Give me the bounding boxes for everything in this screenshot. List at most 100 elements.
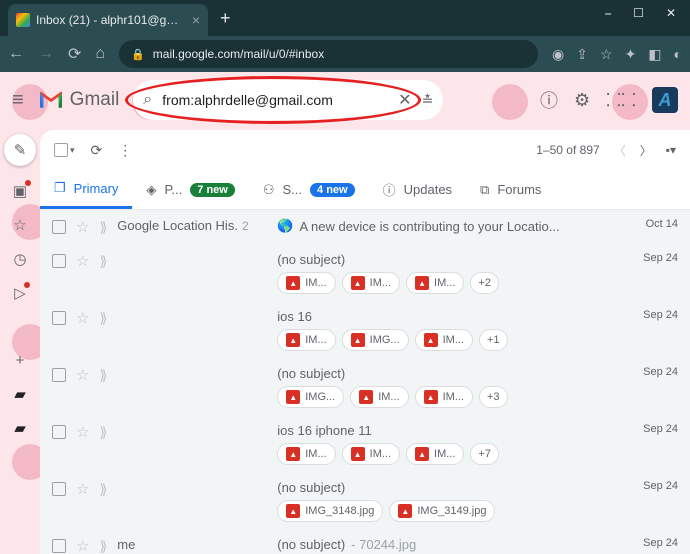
row-checkbox[interactable] xyxy=(52,311,66,325)
more-chip[interactable]: +3 xyxy=(479,386,508,408)
image-icon: ▲ xyxy=(351,333,365,347)
message-row[interactable]: ☆ ⟫ (no subject) ▲IMG...▲IM...▲IM...+3 S… xyxy=(40,358,690,415)
minimize-icon[interactable]: ⎯ xyxy=(605,6,611,21)
menu-icon[interactable]: ≡ xyxy=(12,89,24,112)
rail-inbox-icon[interactable]: ▣ xyxy=(13,182,27,200)
url-input[interactable]: 🔒 mail.google.com/mail/u/0/#inbox xyxy=(119,40,538,68)
more-chip[interactable]: +7 xyxy=(470,443,499,465)
density-icon[interactable]: ▪▾ xyxy=(666,143,676,157)
tab-title: Inbox (21) - alphr101@gmail.com xyxy=(36,13,186,27)
forward-icon[interactable]: → xyxy=(38,45,54,63)
account-logo[interactable]: A xyxy=(652,87,678,113)
attachment-chip[interactable]: ▲IM... xyxy=(415,386,473,408)
settings-icon[interactable]: ⚙ xyxy=(574,90,590,111)
important-icon[interactable]: ⟫ xyxy=(99,424,107,441)
message-row[interactable]: ☆ ⟫ ios 16 iphone 11 ▲IM... ▲IM... ▲IM... +… xyxy=(40,415,690,472)
rail-snoozed-icon[interactable]: ◷ xyxy=(13,250,26,268)
attachment-chip[interactable]: ▲IM... xyxy=(342,443,400,465)
tab-updates[interactable]: ⓘUpdates xyxy=(369,170,466,209)
attachment-chip[interactable]: ▲IM... xyxy=(415,329,473,351)
select-all-checkbox[interactable]: ▾ xyxy=(54,143,75,157)
home-icon[interactable]: ⌂ xyxy=(95,45,105,63)
gmail-logo[interactable]: Gmail xyxy=(38,89,120,111)
message-row[interactable]: ☆ ⟫ (no subject) ▲IMG_3148.jpg▲IMG_3149.… xyxy=(40,472,690,529)
attachment-chip[interactable]: ▲IM... xyxy=(406,443,464,465)
extensions-icon[interactable]: ✦ xyxy=(625,46,637,63)
apps-icon[interactable]: ⸬⸬ xyxy=(606,88,636,112)
important-icon[interactable]: ⟫ xyxy=(99,219,107,236)
rail-label2-icon[interactable]: ▰ xyxy=(14,419,26,437)
attachment-chip[interactable]: ▲IM... xyxy=(277,443,335,465)
row-checkbox[interactable] xyxy=(52,482,66,496)
row-checkbox[interactable] xyxy=(52,220,66,234)
bookmark-icon[interactable]: ☆ xyxy=(600,46,613,63)
tab-p[interactable]: ◈P...7 new xyxy=(132,170,248,209)
important-icon[interactable]: ⟫ xyxy=(99,253,107,270)
reload-icon[interactable]: ⟳ xyxy=(68,44,81,64)
tab-s[interactable]: ⚇S...4 new xyxy=(249,170,369,209)
window-close-icon[interactable]: ✕ xyxy=(666,6,676,21)
star-icon[interactable]: ☆ xyxy=(76,366,89,384)
sender-name: Google Location His.2 xyxy=(117,216,267,233)
rail-label-icon[interactable]: ▰ xyxy=(14,385,26,403)
row-checkbox[interactable] xyxy=(52,368,66,382)
message-row[interactable]: ☆ ⟫ (no subject) ▲IM...▲IM...▲IM...+2 Se… xyxy=(40,244,690,301)
star-icon[interactable]: ☆ xyxy=(76,423,89,441)
shield-icon[interactable]: ◧ xyxy=(648,46,661,63)
important-icon[interactable]: ⟫ xyxy=(99,481,107,498)
row-checkbox[interactable] xyxy=(52,539,66,553)
more-chip[interactable]: +1 xyxy=(479,329,508,351)
new-tab-button[interactable]: + xyxy=(208,8,243,29)
attachment-chip[interactable]: ▲IMG_3149.jpg xyxy=(389,500,495,522)
globe-icon: 🌎 xyxy=(277,218,293,234)
attachment-chip[interactable]: ▲IM... xyxy=(277,329,335,351)
search-input[interactable] xyxy=(162,92,388,108)
star-icon[interactable]: ☆ xyxy=(76,252,89,270)
more-button[interactable]: ⋮ xyxy=(118,142,132,159)
attachment-chip[interactable]: ▲IMG... xyxy=(277,386,344,408)
help-icon[interactable]: ⓘ xyxy=(540,87,558,113)
attachment-chip[interactable]: ▲IM... xyxy=(342,272,400,294)
row-checkbox[interactable] xyxy=(52,254,66,268)
message-row[interactable]: ☆ ⟫ ios 16 ▲IM...▲IMG...▲IM...+1 Sep 24 xyxy=(40,301,690,358)
attachment-chip[interactable]: ▲IMG... xyxy=(342,329,409,351)
message-row[interactable]: ☆ ⟫ Google Location His.2 🌎A new device … xyxy=(40,210,690,244)
tab-primary[interactable]: ❐Primary xyxy=(40,170,132,209)
profile-icon[interactable]: ◐ xyxy=(674,46,682,63)
refresh-button[interactable]: ⟳ xyxy=(91,142,103,159)
share-icon[interactable]: ⇪ xyxy=(576,46,588,63)
close-icon[interactable]: × xyxy=(192,12,200,28)
star-icon[interactable]: ☆ xyxy=(76,480,89,498)
row-checkbox[interactable] xyxy=(52,425,66,439)
message-row[interactable]: ☆ ⟫ me (no subject) - 70244.jpg Sep 24 xyxy=(40,529,690,554)
clear-icon[interactable]: ✕ xyxy=(398,90,411,110)
rail-sent-icon[interactable]: ▷ xyxy=(14,284,26,302)
prev-page-icon[interactable]: 〈 xyxy=(614,142,626,159)
maximize-icon[interactable]: ☐ xyxy=(633,6,644,21)
star-icon[interactable]: ☆ xyxy=(76,309,89,327)
tab-icon: ⧉ xyxy=(480,182,489,198)
search-box[interactable]: ⌕ ✕ ≛ xyxy=(133,80,443,120)
attachment-chip[interactable]: ▲IM... xyxy=(277,272,335,294)
browser-tab[interactable]: Inbox (21) - alphr101@gmail.com × xyxy=(8,4,208,36)
tab-label: S... xyxy=(283,182,303,197)
more-chip[interactable]: +2 xyxy=(470,272,499,294)
back-icon[interactable]: ← xyxy=(8,45,24,63)
filter-icon[interactable]: ≛ xyxy=(422,92,434,109)
rail-starred-icon[interactable]: ☆ xyxy=(13,216,26,234)
attachment-chip[interactable]: ▲IM... xyxy=(350,386,408,408)
category-tabs: ❐Primary◈P...7 new⚇S...4 newⓘUpdates⧉For… xyxy=(40,170,690,210)
subject-line: ios 16 iphone 11 xyxy=(277,421,618,438)
important-icon[interactable]: ⟫ xyxy=(99,367,107,384)
star-icon[interactable]: ☆ xyxy=(76,537,89,554)
tab-forums[interactable]: ⧉Forums xyxy=(466,170,555,209)
eye-icon[interactable]: ◉ xyxy=(552,46,564,63)
attachment-chip[interactable]: ▲IMG_3148.jpg xyxy=(277,500,383,522)
compose-button[interactable]: ✎ xyxy=(4,134,36,166)
important-icon[interactable]: ⟫ xyxy=(99,310,107,327)
attachment-chip[interactable]: ▲IM... xyxy=(406,272,464,294)
rail-add-icon[interactable]: + xyxy=(16,352,25,369)
star-icon[interactable]: ☆ xyxy=(76,218,89,236)
next-page-icon[interactable]: 〉 xyxy=(640,142,652,159)
important-icon[interactable]: ⟫ xyxy=(99,538,107,554)
